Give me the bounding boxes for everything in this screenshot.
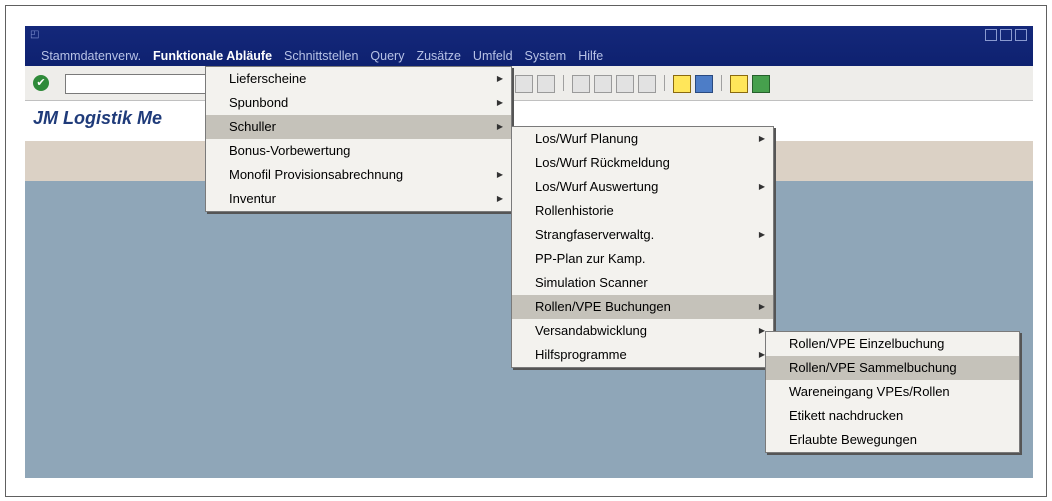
layout-icon[interactable] (752, 75, 770, 93)
submenu-arrow-icon: ▶ (496, 194, 503, 203)
menu-item-loswurf-rueckmeldung[interactable]: Los/Wurf Rückmeldung (512, 151, 773, 175)
submenu-arrow-icon: ▶ (496, 170, 503, 179)
menu-item-inventur[interactable]: Inventur ▶ (206, 187, 511, 211)
menu-item-label: Schuller (229, 119, 276, 134)
menu-item-label: Versandabwicklung (535, 323, 648, 338)
menu-item-strangfaserverwaltg[interactable]: Strangfaserverwaltg. ▶ (512, 223, 773, 247)
menu-item-bonus-vorbewertung[interactable]: Bonus-Vorbewertung (206, 139, 511, 163)
submenu-schuller: Los/Wurf Planung ▶ Los/Wurf Rückmeldung L… (511, 126, 774, 368)
toolbar-separator (664, 75, 665, 91)
menu-item-label: Los/Wurf Rückmeldung (535, 155, 670, 170)
menu-item-rollen-vpe-einzelbuchung[interactable]: Rollen/VPE Einzelbuchung (766, 332, 1019, 356)
find-next-icon[interactable] (537, 75, 555, 93)
first-page-icon[interactable] (572, 75, 590, 93)
last-page-icon[interactable] (638, 75, 656, 93)
menu-item-rollen-vpe-buchungen[interactable]: Rollen/VPE Buchungen ▶ (512, 295, 773, 319)
menu-query[interactable]: Query (364, 49, 410, 63)
submenu-arrow-icon: ▶ (758, 302, 765, 311)
menu-item-label: Rollen/VPE Einzelbuchung (789, 336, 945, 351)
menu-item-label: Inventur (229, 191, 276, 206)
menu-umfeld[interactable]: Umfeld (467, 49, 519, 63)
menu-item-label: Bonus-Vorbewertung (229, 143, 351, 158)
menu-item-label: Rollen/VPE Sammelbuchung (789, 360, 957, 375)
title-bar: ◰ Stammdatenverw. Funktionale Abläufe Sc… (25, 26, 1033, 66)
menu-item-label: Strangfaserverwaltg. (535, 227, 655, 242)
standard-toolbar: ✔ (25, 66, 1033, 101)
menu-item-label: PP-Plan zur Kamp. (535, 251, 646, 266)
menu-item-simulation-scanner[interactable]: Simulation Scanner (512, 271, 773, 295)
sap-logo-icon[interactable]: ◰ (30, 29, 39, 40)
prev-page-icon[interactable] (594, 75, 612, 93)
new-session-icon[interactable] (673, 75, 691, 93)
menu-item-label: Spunbond (229, 95, 289, 110)
menu-item-label: Rollen/VPE Buchungen (535, 299, 671, 314)
menu-item-hilfsprogramme[interactable]: Hilfsprogramme ▶ (512, 343, 773, 367)
menu-item-rollen-vpe-sammelbuchung[interactable]: Rollen/VPE Sammelbuchung (766, 356, 1019, 380)
toolbar-separator (721, 75, 722, 91)
close-icon[interactable] (1015, 29, 1027, 41)
menu-zusaetze[interactable]: Zusätze (410, 49, 466, 63)
submenu-arrow-icon: ▶ (496, 98, 503, 107)
menu-item-label: Wareneingang VPEs/Rollen (789, 384, 950, 399)
menu-item-label: Etikett nachdrucken (789, 408, 904, 423)
ok-icon[interactable]: ✔ (33, 75, 49, 91)
help-icon[interactable] (730, 75, 748, 93)
submenu-arrow-icon: ▶ (758, 182, 765, 191)
maximize-icon[interactable] (1000, 29, 1012, 41)
menu-item-etikett-nachdrucken[interactable]: Etikett nachdrucken (766, 404, 1019, 428)
menu-item-label: Monofil Provisionsabrechnung (229, 167, 404, 182)
menu-item-rollenhistorie[interactable]: Rollenhistorie (512, 199, 773, 223)
menu-funktionale-ablaeufe[interactable]: Funktionale Abläufe (147, 49, 278, 63)
toolbar-separator (563, 75, 564, 91)
menu-item-loswurf-auswertung[interactable]: Los/Wurf Auswertung ▶ (512, 175, 773, 199)
menu-system[interactable]: System (519, 49, 573, 63)
toolbar-icons (515, 75, 770, 93)
menu-item-label: Lieferscheine (229, 71, 307, 86)
menu-item-versandabwicklung[interactable]: Versandabwicklung ▶ (512, 319, 773, 343)
next-page-icon[interactable] (616, 75, 634, 93)
menu-bar: Stammdatenverw. Funktionale Abläufe Schn… (35, 49, 609, 63)
page-title: JM Logistik Me (33, 108, 163, 128)
menu-item-loswurf-planung[interactable]: Los/Wurf Planung ▶ (512, 127, 773, 151)
menu-item-monofil-provisionsabrechnung[interactable]: Monofil Provisionsabrechnung ▶ (206, 163, 511, 187)
submenu-arrow-icon: ▶ (758, 134, 765, 143)
menu-schnittstellen[interactable]: Schnittstellen (278, 49, 364, 63)
menu-item-schuller[interactable]: Schuller ▶ (206, 115, 511, 139)
screenshot-frame: ◰ Stammdatenverw. Funktionale Abläufe Sc… (5, 5, 1047, 497)
window-controls (985, 29, 1027, 41)
menu-hilfe[interactable]: Hilfe (572, 49, 609, 63)
menu-item-label: Simulation Scanner (535, 275, 648, 290)
menu-item-pp-plan[interactable]: PP-Plan zur Kamp. (512, 247, 773, 271)
menu-stammdatenverw[interactable]: Stammdatenverw. (35, 49, 147, 63)
menu-item-wareneingang-vpes-rollen[interactable]: Wareneingang VPEs/Rollen (766, 380, 1019, 404)
menu-item-label: Los/Wurf Auswertung (535, 179, 659, 194)
dropdown-funktionale-ablaeufe: Lieferscheine ▶ Spunbond ▶ Schuller ▶ Bonus… (205, 66, 512, 212)
menu-item-label: Hilfsprogramme (535, 347, 627, 362)
submenu-arrow-icon: ▶ (758, 230, 765, 239)
submenu-arrow-icon: ▶ (496, 74, 503, 83)
menu-item-label: Los/Wurf Planung (535, 131, 639, 146)
menu-item-spunbond[interactable]: Spunbond ▶ (206, 91, 511, 115)
menu-item-label: Rollenhistorie (535, 203, 614, 218)
command-field[interactable] (65, 74, 217, 94)
menu-item-label: Erlaubte Bewegungen (789, 432, 917, 447)
minimize-icon[interactable] (985, 29, 997, 41)
menu-item-lieferscheine[interactable]: Lieferscheine ▶ (206, 67, 511, 91)
menu-item-erlaubte-bewegungen[interactable]: Erlaubte Bewegungen (766, 428, 1019, 452)
submenu-arrow-icon: ▶ (496, 122, 503, 131)
find-icon[interactable] (515, 75, 533, 93)
submenu-rollen-vpe-buchungen: Rollen/VPE Einzelbuchung Rollen/VPE Samm… (765, 331, 1020, 453)
shortcut-icon[interactable] (695, 75, 713, 93)
